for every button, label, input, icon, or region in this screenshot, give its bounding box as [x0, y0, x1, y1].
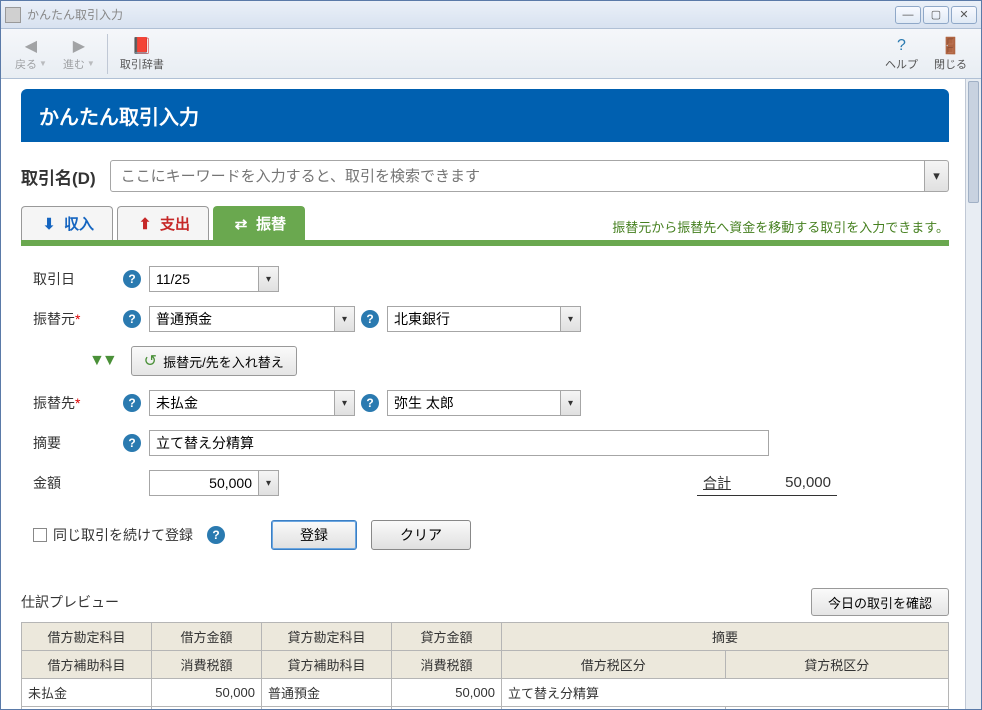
back-arrow-icon: ◀: [21, 36, 41, 56]
back-button[interactable]: ◀ 戻る▼: [7, 34, 55, 74]
th-credit-account: 貸方勘定科目: [262, 623, 392, 651]
th-debit-sub: 借方補助科目: [22, 651, 152, 679]
tab-expense[interactable]: ⬆ 支出: [117, 206, 209, 240]
window-title: かんたん取引入力: [27, 6, 895, 23]
from-bank-dropdown[interactable]: ▾: [561, 306, 581, 332]
preview-table: 借方勘定科目 借方金額 貸方勘定科目 貸方金額 摘要 借方補助科目 消費税額 貸…: [21, 622, 949, 709]
close-tool-button[interactable]: 🚪 閉じる: [926, 34, 975, 74]
to-account-input[interactable]: [149, 390, 335, 416]
scrollbar[interactable]: [965, 79, 981, 709]
total-box: 合計 50,000: [697, 471, 837, 496]
help-icon-from[interactable]: ?: [123, 310, 141, 328]
down-arrows-icon: ▼▼: [89, 352, 115, 370]
toolbar: ◀ 戻る▼ ▶ 進む▼ 📕 取引辞書 ? ヘルプ 🚪 閉じる: [1, 29, 981, 79]
help-button[interactable]: ? ヘルプ: [877, 34, 926, 74]
summary-input[interactable]: [149, 430, 769, 456]
help-icon-date[interactable]: ?: [123, 270, 141, 288]
help-icon-continue[interactable]: ?: [207, 526, 225, 544]
date-label: 取引日: [33, 269, 123, 289]
th-summary: 摘要: [502, 623, 949, 651]
register-button[interactable]: 登録: [271, 520, 357, 550]
minimize-button[interactable]: —: [895, 6, 921, 24]
continue-checkbox[interactable]: [33, 528, 47, 542]
page-banner: かんたん取引入力: [21, 89, 949, 142]
to-account-dropdown[interactable]: ▾: [335, 390, 355, 416]
transfer-icon: ⇄: [232, 215, 250, 233]
th-debit-amount: 借方金額: [152, 623, 262, 651]
forward-dropdown-icon[interactable]: ▼: [87, 59, 95, 68]
th-debit-tax: 消費税額: [152, 651, 262, 679]
maximize-button[interactable]: ▢: [923, 6, 949, 24]
from-bank-input[interactable]: [387, 306, 561, 332]
content-area: かんたん取引入力 取引名(D) ▾ ⬇ 収入 ⬆ 支出 ⇄ 振替: [1, 79, 965, 709]
th-debit-class: 借方税区分: [502, 651, 726, 679]
total-label: 合計: [703, 473, 731, 493]
app-icon: [5, 7, 21, 23]
toolbar-separator: [107, 34, 108, 74]
total-value: 50,000: [751, 474, 831, 491]
th-credit-sub: 貸方補助科目: [262, 651, 392, 679]
tabs: ⬇ 収入 ⬆ 支出 ⇄ 振替 振替元から振替先へ資金を移動する取引を入力できます…: [21, 206, 949, 246]
th-credit-amount: 貸方金額: [392, 623, 502, 651]
clear-button[interactable]: クリア: [371, 520, 471, 550]
forward-button[interactable]: ▶ 進む▼: [55, 34, 103, 74]
amount-input[interactable]: [149, 470, 259, 496]
titlebar: かんたん取引入力 — ▢ ✕: [1, 1, 981, 29]
swap-icon: ↺: [144, 351, 157, 371]
help-icon-summary[interactable]: ?: [123, 434, 141, 452]
summary-label: 摘要: [33, 433, 123, 453]
amount-label: 金額: [33, 473, 123, 493]
dictionary-button[interactable]: 📕 取引辞書: [112, 34, 172, 74]
th-credit-tax: 消費税額: [392, 651, 502, 679]
to-party-dropdown[interactable]: ▾: [561, 390, 581, 416]
help-icon-from-bank[interactable]: ?: [361, 310, 379, 328]
date-input[interactable]: [149, 266, 259, 292]
help-icon: ?: [892, 36, 912, 56]
amount-dropdown[interactable]: ▾: [259, 470, 279, 496]
table-row: 弥生 太郎 北東銀行: [22, 707, 949, 710]
back-dropdown-icon[interactable]: ▼: [39, 59, 47, 68]
close-button[interactable]: ✕: [951, 6, 977, 24]
tab-transfer[interactable]: ⇄ 振替: [213, 206, 305, 240]
search-input[interactable]: [110, 160, 925, 192]
from-account-input[interactable]: [149, 306, 335, 332]
swap-button[interactable]: ↺ 振替元/先を入れ替え: [131, 346, 297, 376]
from-account-dropdown[interactable]: ▾: [335, 306, 355, 332]
search-label: 取引名(D): [21, 164, 96, 189]
th-credit-class: 貸方税区分: [725, 651, 949, 679]
from-label: 振替元*: [33, 309, 123, 329]
app-window: かんたん取引入力 — ▢ ✕ ◀ 戻る▼ ▶ 進む▼ 📕 取引辞書 ? ヘルプ …: [0, 0, 982, 710]
expense-icon: ⬆: [136, 215, 154, 233]
continue-checkbox-label[interactable]: 同じ取引を続けて登録: [33, 525, 193, 545]
to-label: 振替先*: [33, 393, 123, 413]
help-icon-to-party[interactable]: ?: [361, 394, 379, 412]
date-dropdown[interactable]: ▾: [259, 266, 279, 292]
preview-title: 仕訳プレビュー: [21, 592, 119, 612]
help-icon-to[interactable]: ?: [123, 394, 141, 412]
today-transactions-button[interactable]: 今日の取引を確認: [811, 588, 949, 616]
forward-arrow-icon: ▶: [69, 36, 89, 56]
table-row: 未払金 50,000 普通預金 50,000 立て替え分精算: [22, 679, 949, 707]
th-debit-account: 借方勘定科目: [22, 623, 152, 651]
search-dropdown[interactable]: ▾: [925, 160, 949, 192]
book-icon: 📕: [132, 36, 152, 56]
tab-hint: 振替元から振替先へ資金を移動する取引を入力できます。: [612, 217, 949, 240]
door-icon: 🚪: [941, 36, 961, 56]
income-icon: ⬇: [40, 215, 58, 233]
to-party-input[interactable]: [387, 390, 561, 416]
tab-income[interactable]: ⬇ 収入: [21, 206, 113, 240]
